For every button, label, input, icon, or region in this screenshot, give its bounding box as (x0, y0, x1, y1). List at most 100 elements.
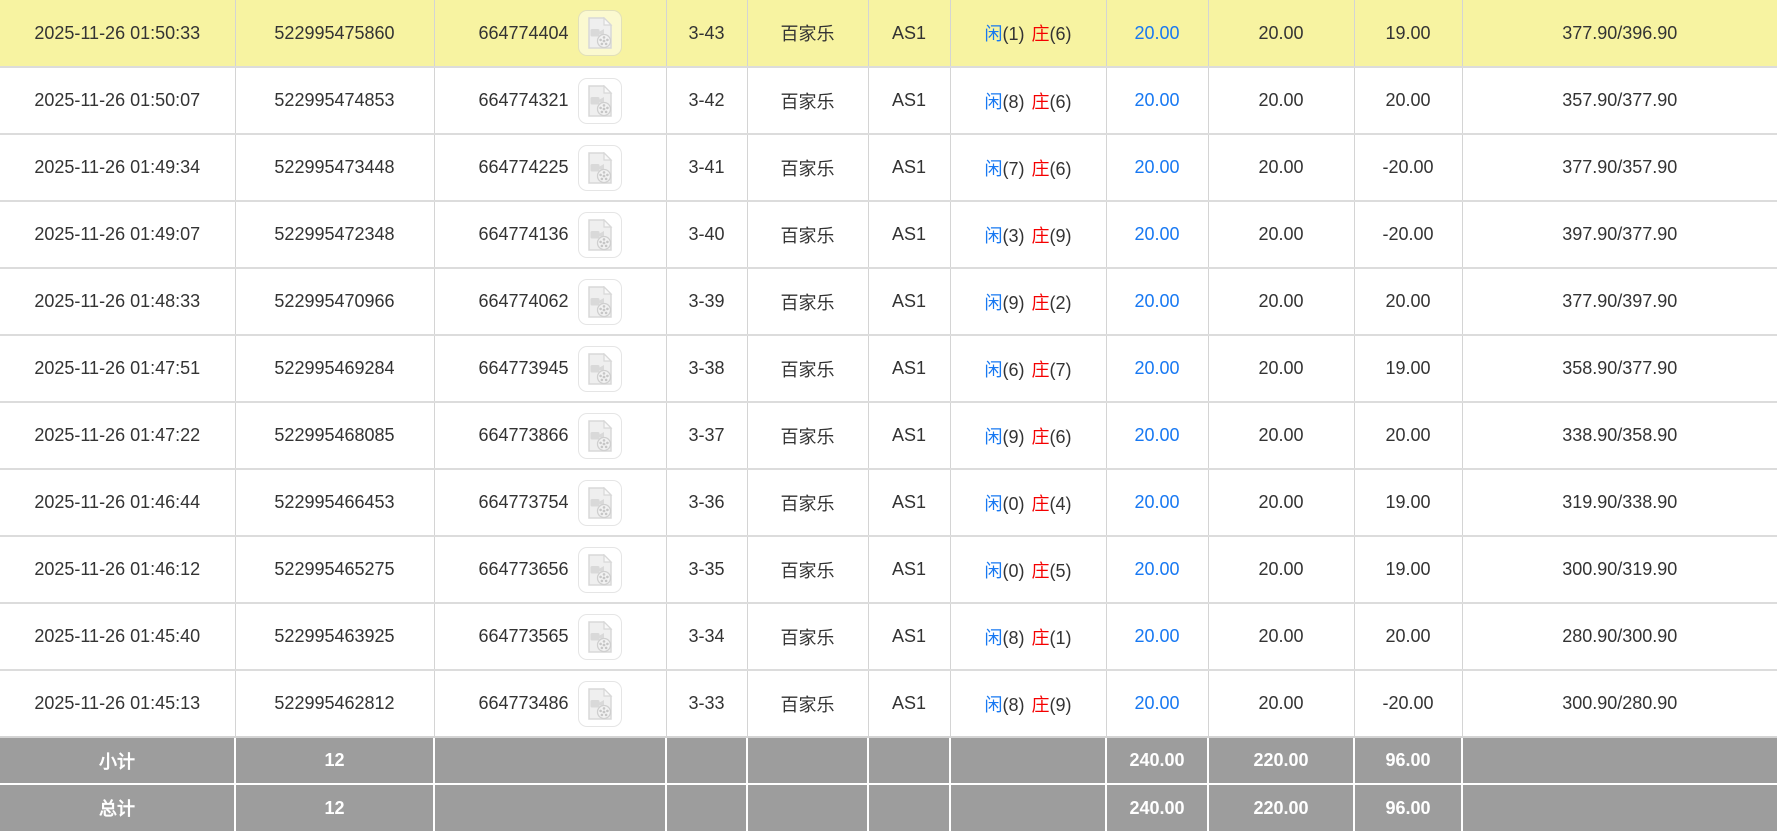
valid-amount-cell: 20.00 (1208, 402, 1354, 469)
video-replay-icon (586, 688, 614, 720)
bet-amount-link[interactable]: 20.00 (1134, 492, 1179, 512)
result-cell: 闲(8)庄(1) (950, 603, 1106, 670)
bet-amount-link[interactable]: 20.00 (1134, 224, 1179, 244)
round-cell: 3-33 (666, 670, 747, 737)
game-number-cell: 664773656 (434, 536, 666, 603)
balance-cell: 300.90/280.90 (1462, 670, 1777, 737)
video-replay-button[interactable] (578, 78, 622, 124)
banker-score: (6) (1050, 427, 1072, 447)
order-id-cell: 522995462812 (235, 670, 434, 737)
record-row[interactable]: 2025-11-26 01:47:22 522995468085 6647738… (0, 402, 1777, 469)
summary-count-cell: 12 (235, 784, 434, 831)
summary-empty-cell (434, 784, 666, 831)
video-replay-icon (586, 487, 614, 519)
bet-amount-link[interactable]: 20.00 (1134, 23, 1179, 43)
player-label: 闲 (985, 159, 1003, 179)
balance-cell: 357.90/377.90 (1462, 67, 1777, 134)
record-row[interactable]: 2025-11-26 01:45:40 522995463925 6647735… (0, 603, 1777, 670)
bet-time-cell: 2025-11-26 01:45:13 (0, 670, 235, 737)
valid-amount-cell: 20.00 (1208, 268, 1354, 335)
result-cell: 闲(3)庄(9) (950, 201, 1106, 268)
summary-empty-cell (666, 784, 747, 831)
record-row[interactable]: 2025-11-26 01:45:13 522995462812 6647734… (0, 670, 1777, 737)
game-number: 664773866 (478, 425, 568, 446)
round-cell: 3-42 (666, 67, 747, 134)
video-replay-button[interactable] (578, 480, 622, 526)
player-label: 闲 (985, 226, 1003, 246)
result-cell: 闲(1)庄(6) (950, 0, 1106, 67)
result-cell: 闲(8)庄(6) (950, 67, 1106, 134)
record-row[interactable]: 2025-11-26 01:50:07 522995474853 6647743… (0, 67, 1777, 134)
valid-amount-cell: 20.00 (1208, 670, 1354, 737)
bet-time-cell: 2025-11-26 01:48:33 (0, 268, 235, 335)
game-type-cell: 百家乐 (747, 402, 868, 469)
game-number: 664773565 (478, 626, 568, 647)
banker-score: (7) (1050, 360, 1072, 380)
win-loss-cell: 19.00 (1354, 536, 1462, 603)
summary-empty-cell (868, 784, 950, 831)
table-name-cell: AS1 (868, 402, 950, 469)
record-row[interactable]: 2025-11-26 01:48:33 522995470966 6647740… (0, 268, 1777, 335)
game-type-cell: 百家乐 (747, 0, 868, 67)
player-label: 闲 (985, 92, 1003, 112)
banker-label: 庄 (1032, 695, 1050, 715)
video-replay-button[interactable] (578, 346, 622, 392)
table-name-cell: AS1 (868, 0, 950, 67)
video-replay-button[interactable] (578, 279, 622, 325)
video-replay-button[interactable] (578, 10, 622, 56)
order-id-cell: 522995468085 (235, 402, 434, 469)
record-row[interactable]: 2025-11-26 01:47:51 522995469284 6647739… (0, 335, 1777, 402)
win-loss-cell: 19.00 (1354, 469, 1462, 536)
records-body: 2025-11-26 01:50:33 522995475860 6647744… (0, 0, 1777, 831)
result-cell: 闲(6)庄(7) (950, 335, 1106, 402)
bet-amount-link[interactable]: 20.00 (1134, 358, 1179, 378)
bet-amount-cell: 20.00 (1106, 469, 1208, 536)
video-replay-icon (586, 85, 614, 117)
bet-amount-link[interactable]: 20.00 (1134, 626, 1179, 646)
order-id-cell: 522995472348 (235, 201, 434, 268)
bet-amount-link[interactable]: 20.00 (1134, 90, 1179, 110)
video-replay-button[interactable] (578, 547, 622, 593)
record-row[interactable]: 2025-11-26 01:50:33 522995475860 6647744… (0, 0, 1777, 67)
order-id-cell: 522995466453 (235, 469, 434, 536)
bet-time-cell: 2025-11-26 01:49:34 (0, 134, 235, 201)
video-replay-button[interactable] (578, 413, 622, 459)
record-row[interactable]: 2025-11-26 01:49:07 522995472348 6647741… (0, 201, 1777, 268)
game-number-cell: 664774321 (434, 67, 666, 134)
bet-amount-link[interactable]: 20.00 (1134, 291, 1179, 311)
video-replay-button[interactable] (578, 614, 622, 660)
game-type-cell: 百家乐 (747, 67, 868, 134)
banker-label: 庄 (1032, 92, 1050, 112)
banker-label: 庄 (1032, 24, 1050, 44)
order-id-cell: 522995470966 (235, 268, 434, 335)
bet-time-cell: 2025-11-26 01:50:07 (0, 67, 235, 134)
balance-cell: 338.90/358.90 (1462, 402, 1777, 469)
game-number-cell: 664773754 (434, 469, 666, 536)
bet-amount-link[interactable]: 20.00 (1134, 559, 1179, 579)
valid-amount-cell: 20.00 (1208, 335, 1354, 402)
summary-bet-total-cell: 240.00 (1106, 784, 1208, 831)
balance-cell: 377.90/357.90 (1462, 134, 1777, 201)
video-replay-button[interactable] (578, 212, 622, 258)
result-cell: 闲(8)庄(9) (950, 670, 1106, 737)
win-loss-cell: -20.00 (1354, 201, 1462, 268)
summary-empty-cell (868, 737, 950, 784)
player-label: 闲 (985, 561, 1003, 581)
table-name-cell: AS1 (868, 603, 950, 670)
record-row[interactable]: 2025-11-26 01:46:44 522995466453 6647737… (0, 469, 1777, 536)
bet-amount-cell: 20.00 (1106, 67, 1208, 134)
video-replay-button[interactable] (578, 681, 622, 727)
result-cell: 闲(0)庄(5) (950, 536, 1106, 603)
bet-amount-link[interactable]: 20.00 (1134, 425, 1179, 445)
player-label: 闲 (985, 427, 1003, 447)
order-id-cell: 522995465275 (235, 536, 434, 603)
video-replay-button[interactable] (578, 145, 622, 191)
video-replay-icon (586, 219, 614, 251)
bet-amount-link[interactable]: 20.00 (1134, 157, 1179, 177)
bet-amount-link[interactable]: 20.00 (1134, 693, 1179, 713)
order-id-cell: 522995469284 (235, 335, 434, 402)
record-row[interactable]: 2025-11-26 01:49:34 522995473448 6647742… (0, 134, 1777, 201)
record-row[interactable]: 2025-11-26 01:46:12 522995465275 6647736… (0, 536, 1777, 603)
balance-cell: 377.90/396.90 (1462, 0, 1777, 67)
player-score: (3) (1003, 226, 1025, 246)
